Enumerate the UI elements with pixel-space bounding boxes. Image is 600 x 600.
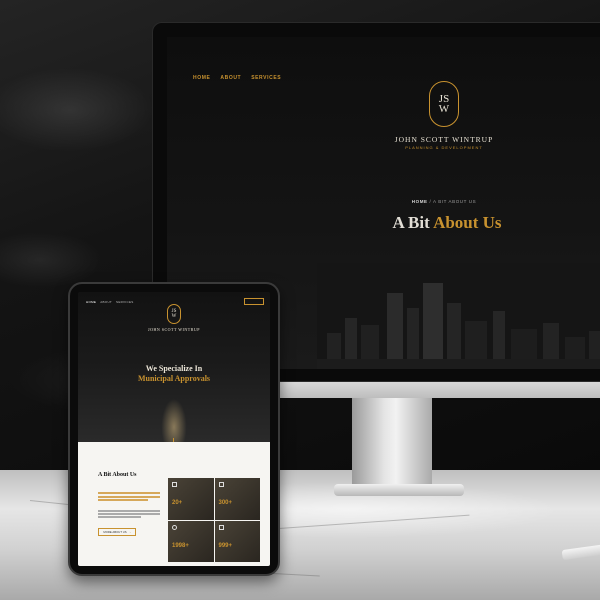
tablet-nav-about[interactable]: ABOUT (100, 300, 112, 304)
nav-home[interactable]: HOME (193, 75, 210, 81)
brand-logo[interactable]: JS W (429, 81, 459, 127)
tablet-nav-services[interactable]: SERVICES (116, 300, 134, 304)
clock-icon (172, 524, 177, 530)
document-icon (218, 482, 224, 487)
monitor-nav: HOME ABOUT SERVICES (193, 75, 281, 81)
tablet-hero: HOME ABOUT SERVICES JS W JOHN SCOTT WINTR… (78, 292, 270, 446)
chart-icon (218, 524, 224, 530)
nav-about[interactable]: ABOUT (220, 75, 241, 81)
brand-name: JOHN SCOTT WINTRUP (394, 135, 494, 144)
tablet-hero-heading-accent: Municipal Approvals (137, 374, 211, 383)
tablet-about-body (98, 510, 160, 518)
stat-value: 300+ (218, 500, 233, 506)
stat-card: 300+ (214, 478, 260, 520)
nav-services[interactable]: SERVICES (251, 75, 281, 81)
tablet-stats-grid: 20+ 300+ 1998+ 999+ (168, 478, 260, 562)
tablet-hero-city-lights (148, 387, 200, 442)
tablet-device: HOME ABOUT SERVICES JS W JOHN SCOTT WINTR… (68, 282, 280, 576)
stat-value: 1998+ (172, 542, 189, 549)
brand-tagline: PLANNING & DEVELOPMENT (405, 145, 483, 150)
tablet-screen: HOME ABOUT SERVICES JS W JOHN SCOTT WINTR… (78, 292, 270, 566)
more-about-us-label: MORE ABOUT US (103, 530, 127, 534)
page-title-accent: About Us (433, 213, 502, 232)
arrow-right-icon: › (129, 530, 131, 534)
tablet-hero-heading: We Specialize In (145, 364, 203, 373)
more-about-us-button[interactable]: MORE ABOUT US › (98, 528, 136, 536)
monitor-stand (352, 398, 432, 488)
breadcrumb-home[interactable]: HOME (412, 199, 428, 204)
page-title-plain: A Bit (392, 213, 430, 232)
product-mockup-scene: HOME ABOUT SERVICES JS W JOHN SCOTT WINTR… (0, 0, 600, 600)
tablet-nav: HOME ABOUT SERVICES (86, 300, 134, 304)
calendar-icon (172, 482, 177, 487)
breadcrumb-current: A BIT ABOUT US (432, 199, 477, 204)
tablet-brand-logo[interactable]: JS W (167, 304, 181, 324)
breadcrumb: HOME / A BIT ABOUT US (379, 199, 509, 204)
city-skyline-image (317, 263, 600, 369)
monitor-stand-base (334, 484, 464, 496)
tablet-contact-button[interactable] (244, 298, 264, 305)
stat-card: 20+ (168, 478, 214, 520)
stat-value: 20+ (172, 500, 183, 506)
logo-initials-bottom: W (438, 103, 450, 115)
breadcrumb-separator: / (429, 199, 432, 204)
page-title: A Bit About Us (347, 213, 547, 233)
tablet-logo-initials-bottom: W (171, 314, 177, 319)
tablet-nav-home[interactable]: HOME (86, 300, 96, 304)
stat-value: 999+ (218, 542, 233, 549)
stat-card: 1998+ (168, 520, 214, 562)
tablet-about-heading: A Bit About Us (98, 472, 137, 478)
tablet-brand-name: JOHN SCOTT WINTRUP (148, 327, 200, 332)
stat-card: 999+ (214, 520, 260, 562)
tablet-about-intro (98, 492, 160, 502)
